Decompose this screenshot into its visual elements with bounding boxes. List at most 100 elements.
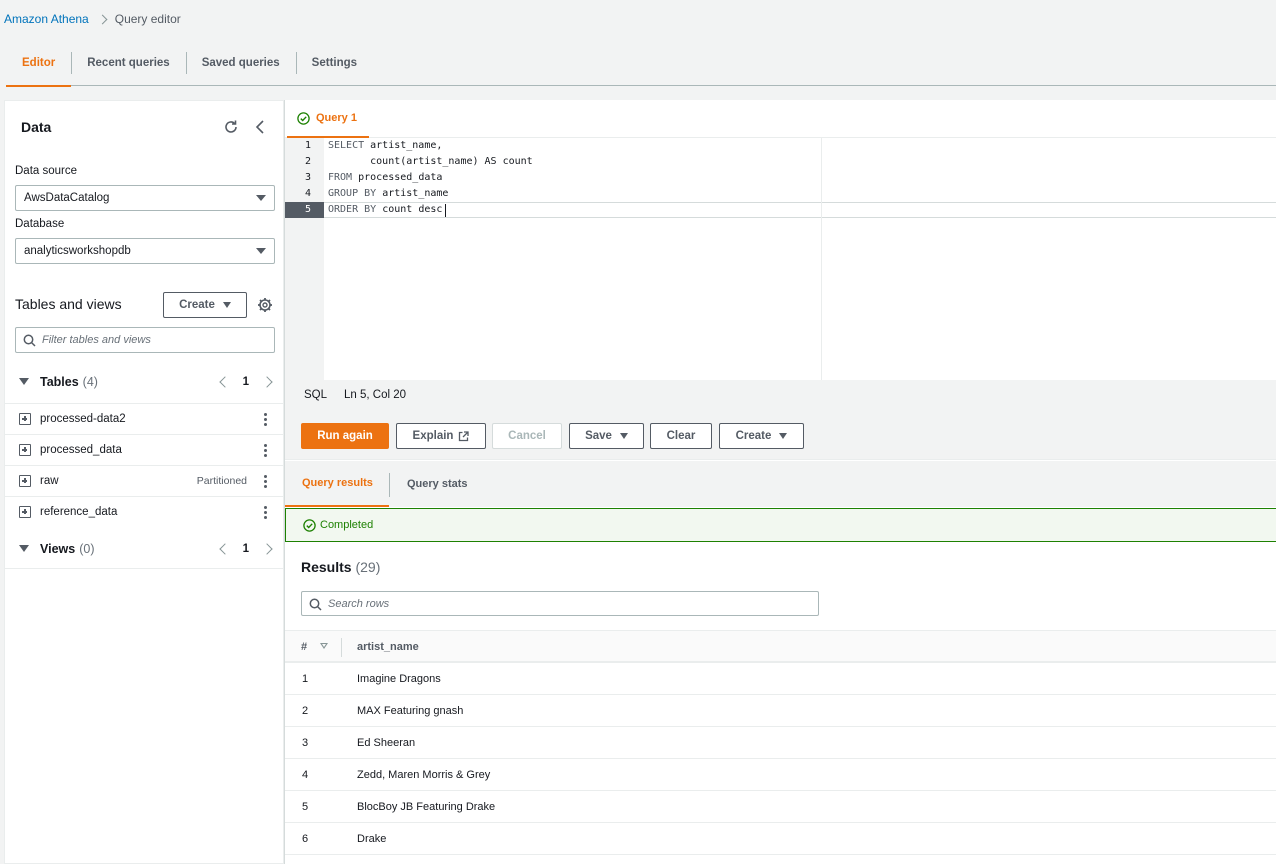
views-pagination: 1 [218,542,273,555]
more-options-icon[interactable] [264,506,267,519]
more-options-icon[interactable] [264,475,267,488]
search-rows-input[interactable]: Search rows [301,591,819,616]
search-icon [23,334,36,347]
search-rows-placeholder: Search rows [328,597,390,610]
column-header-hash: # [301,641,308,653]
tab-divider [389,473,390,497]
table-name: raw [40,475,59,487]
gear-icon[interactable] [257,297,273,313]
tab-query-results[interactable]: Query results [285,461,389,507]
caret-down-icon [256,248,266,254]
views-section-header[interactable]: Views (0) 1 [5,529,283,569]
print-margin [821,138,822,380]
table-item-reference-data[interactable]: reference_data [5,496,283,527]
table-row: 1 Imagine Dragons [285,663,1276,695]
chevron-right-icon[interactable] [261,376,273,388]
result-tabs: Query results Query stats [285,461,1276,507]
tables-pagination: 1 [218,376,273,388]
create-table-label: Create [179,299,215,311]
column-header-artist-name[interactable]: artist_name [357,641,419,653]
line-gutter: 1 2 3 4 5 [285,138,324,380]
row-number: 3 [302,737,309,749]
code-line: count(artist_name) AS count [328,156,533,167]
tab-query-1[interactable]: Query 1 [287,100,369,138]
results-count: (29) [355,559,381,575]
external-link-icon [459,430,470,441]
explain-button[interactable]: Explain [396,423,486,449]
collapse-panel-icon[interactable] [253,119,267,135]
filter-tables-placeholder: Filter tables and views [42,334,151,346]
row-number: 1 [302,673,309,685]
code-line: GROUP BY artist_name [328,188,449,199]
chevron-left-icon[interactable] [218,376,231,388]
breadcrumb: Amazon Athena Query editor [4,12,181,26]
artist-name-cell: MAX Featuring gnash [357,705,464,717]
create-button[interactable]: Create [719,423,804,449]
editor-status-bar: SQL Ln 5, Col 20 [285,380,1276,410]
database-label: Database [15,218,65,230]
tables-label: Tables (4) [40,375,98,389]
tables-and-views-title: Tables and views [15,296,122,312]
explain-label: Explain [412,430,454,442]
table-name: processed_data [40,444,122,456]
tables-page-number[interactable]: 1 [243,376,249,388]
expand-icon[interactable] [19,444,31,456]
run-again-button[interactable]: Run again [301,423,389,449]
column-divider[interactable] [341,638,342,657]
row-number: 6 [302,833,309,845]
results-table-header: # artist_name [285,630,1276,663]
table-item-raw[interactable]: raw Partitioned [5,465,283,496]
database-select[interactable]: analyticsworkshopdb [15,238,275,264]
code-line: SELECT artist_name, [328,140,443,151]
row-number: 5 [302,801,309,813]
sql-editor[interactable]: 1 2 3 4 5 SELECT artist_name, count(arti… [285,138,1276,380]
more-options-icon[interactable] [264,413,267,426]
sort-icon[interactable] [320,643,328,649]
table-item-processed-data[interactable]: processed_data [5,434,283,465]
tab-saved-queries[interactable]: Saved queries [185,40,296,86]
artist-name-cell: Imagine Dragons [357,673,441,685]
chevron-right-icon [97,14,108,24]
chevron-right-icon[interactable] [261,542,273,555]
table-item-processed-data2[interactable]: processed-data2 [5,403,283,434]
table-name: reference_data [40,506,118,518]
views-page-number[interactable]: 1 [243,543,249,555]
line-number: 4 [304,188,311,199]
tab-recent-queries[interactable]: Recent queries [71,40,185,86]
line-number-active: 5 [285,202,324,218]
data-source-value: AwsDataCatalog [24,192,110,204]
data-source-select[interactable]: AwsDataCatalog [15,185,275,211]
breadcrumb-current: Query editor [114,12,181,26]
code-line: FROM processed_data [328,172,443,183]
tab-settings[interactable]: Settings [295,40,373,86]
caret-down-icon [19,378,29,385]
views-count: (0) [79,541,95,556]
code-line: ORDER BY count desc [328,204,443,215]
table-row: 5 BlocBoy JB Featuring Drake [285,791,1276,823]
row-number: 2 [302,705,309,717]
create-table-button[interactable]: Create [163,292,247,318]
caret-down-icon [19,545,29,552]
clear-button[interactable]: Clear [650,423,712,449]
expand-icon[interactable] [19,413,31,425]
tab-editor[interactable]: Editor [6,40,72,87]
line-number: 3 [304,172,311,183]
filter-tables-input[interactable]: Filter tables and views [15,327,275,353]
expand-icon[interactable] [19,475,31,487]
save-button[interactable]: Save [569,423,644,449]
active-line-highlight [324,202,1276,218]
tables-section-header[interactable]: Tables (4) 1 [5,365,283,399]
caret-down-icon [222,302,231,308]
tab-query-stats[interactable]: Query stats [407,461,468,507]
table-row: 6 Drake [285,823,1276,855]
refresh-icon[interactable] [223,119,239,135]
cancel-button[interactable]: Cancel [492,423,562,449]
partitioned-badge: Partitioned [196,475,247,487]
expand-icon[interactable] [19,506,31,518]
line-number: 2 [304,156,311,167]
breadcrumb-amazon-athena-link[interactable]: Amazon Athena [4,12,89,26]
data-panel: Data Data source AwsDataCatalog Database… [4,100,284,864]
artist-name-cell: BlocBoy JB Featuring Drake [357,801,496,813]
more-options-icon[interactable] [264,444,267,457]
chevron-left-icon[interactable] [218,542,231,555]
